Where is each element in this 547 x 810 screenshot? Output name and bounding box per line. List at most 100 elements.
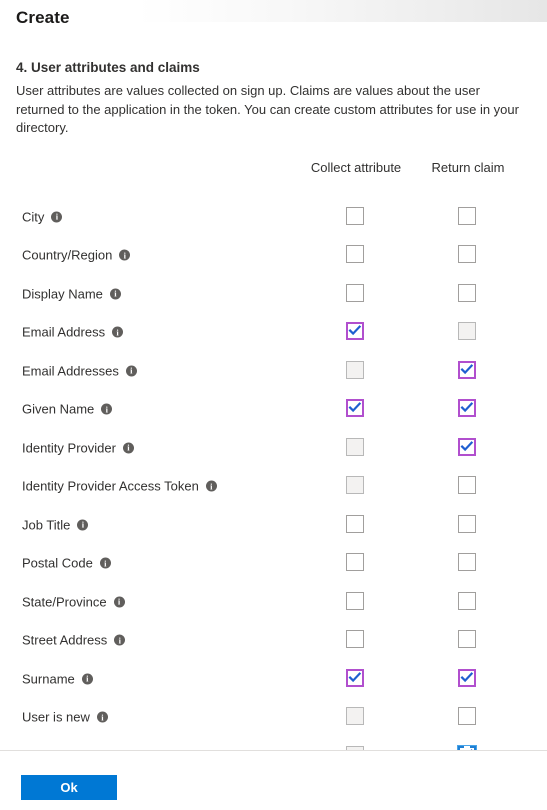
- info-icon[interactable]: i: [96, 711, 108, 723]
- checkbox-collect-country-region[interactable]: [346, 245, 364, 264]
- checkbox-collect-email-address[interactable]: [346, 322, 364, 341]
- attribute-row: Identity Provider i: [16, 429, 531, 468]
- checkbox-return-surname[interactable]: [458, 668, 476, 687]
- attribute-label-job-title: Job Title i: [22, 517, 89, 532]
- section-title: 4. User attributes and claims: [16, 60, 200, 75]
- checkbox-return-given-name[interactable]: [458, 399, 476, 418]
- checkbox-cell-collect-street-address: [346, 630, 366, 650]
- info-icon[interactable]: i: [81, 673, 93, 685]
- checkbox-return-postal-code[interactable]: [458, 553, 476, 572]
- checkmark-icon: [348, 324, 362, 337]
- checkbox-collect-user-is-new: [346, 707, 364, 726]
- checkbox-collect-job-title[interactable]: [346, 514, 364, 533]
- attribute-label-city: City i: [22, 209, 63, 225]
- checkbox-collect-city[interactable]: [346, 206, 364, 225]
- page-title: Create: [16, 8, 70, 27]
- attribute-row: Country/Region i: [16, 236, 531, 275]
- checkbox-cell-collect-given-name: [346, 399, 366, 419]
- attributes-list: City i Country/Region i Display Name i Email A…: [16, 198, 531, 776]
- checkbox-collect-given-name[interactable]: [346, 399, 364, 418]
- attribute-label-text: Given Name: [22, 401, 95, 417]
- info-icon[interactable]: i: [122, 442, 134, 454]
- ok-button[interactable]: Ok: [21, 775, 117, 800]
- checkbox-cell-return-surname: [458, 668, 478, 689]
- checkbox-cell-collect-city: [346, 206, 366, 227]
- checkmark-icon: [460, 671, 474, 684]
- checkbox-cell-return-user-is-new: [458, 707, 478, 727]
- info-icon[interactable]: i: [205, 480, 217, 492]
- info-icon[interactable]: i: [125, 365, 137, 377]
- attribute-row: State/Province i: [16, 583, 531, 622]
- info-icon[interactable]: i: [101, 403, 113, 415]
- column-headers: Collect attribute Return claim: [16, 160, 531, 182]
- checkbox-cell-return-postal-code: [458, 553, 478, 573]
- checkbox-return-job-title[interactable]: [458, 514, 476, 533]
- blade-footer: Ok: [0, 751, 547, 810]
- attribute-label-text: Street Address: [22, 632, 108, 648]
- checkmark-icon: [460, 401, 474, 414]
- checkbox-cell-collect-email-addresses: [346, 360, 366, 381]
- checkbox-cell-return-given-name: [458, 399, 478, 419]
- checkmark-icon: [460, 440, 474, 453]
- attribute-label-surname: Surname i: [22, 671, 93, 686]
- info-icon[interactable]: i: [99, 557, 111, 569]
- attribute-label-text: Identity Provider: [22, 440, 116, 456]
- checkbox-return-user-is-new[interactable]: [458, 707, 476, 726]
- checkbox-return-identity-provider-access-token[interactable]: [458, 476, 476, 495]
- section-description: User attributes are values collected on …: [16, 83, 519, 135]
- attribute-row: User is new i: [16, 698, 531, 737]
- checkbox-cell-collect-surname: [346, 668, 366, 689]
- checkbox-cell-return-email-addresses: [458, 360, 478, 381]
- checkbox-collect-surname[interactable]: [346, 668, 364, 687]
- attribute-label-text: Identity Provider Access Token: [22, 478, 199, 494]
- attribute-row: Surname i: [16, 660, 531, 699]
- attribute-label-user-is-new: User is new i: [22, 710, 108, 725]
- checkbox-cell-return-city: [458, 206, 478, 227]
- attribute-row: Street Address i: [16, 621, 531, 660]
- checkbox-return-city[interactable]: [458, 206, 476, 225]
- checkbox-cell-collect-display-name: [346, 283, 366, 304]
- attribute-label-state-province: State/Province i: [22, 594, 125, 609]
- checkbox-return-email-addresses[interactable]: [458, 360, 476, 379]
- checkbox-cell-collect-user-is-new: [346, 707, 366, 727]
- checkbox-collect-identity-provider-access-token: [346, 476, 364, 495]
- attribute-label-street-address: Street Address i: [22, 632, 126, 648]
- checkbox-collect-display-name[interactable]: [346, 283, 364, 302]
- info-icon[interactable]: i: [113, 596, 125, 608]
- attribute-label-country-region: Country/Region i: [22, 247, 131, 263]
- checkbox-return-display-name[interactable]: [458, 283, 476, 302]
- checkbox-return-identity-provider[interactable]: [458, 437, 476, 456]
- attribute-row: Given Name i: [16, 390, 531, 429]
- attribute-label-text: Email Address: [22, 324, 106, 340]
- attribute-label-text: Country/Region: [22, 247, 113, 263]
- attribute-row: Email Addresses i: [16, 352, 531, 391]
- checkbox-return-state-province[interactable]: [458, 591, 476, 610]
- attribute-label-email-address: Email Address i: [22, 324, 124, 340]
- checkbox-cell-collect-state-province: [346, 591, 366, 612]
- attribute-row: Email Address i: [16, 313, 531, 352]
- checkbox-collect-state-province[interactable]: [346, 591, 364, 610]
- attribute-label-text: Surname: [22, 671, 75, 687]
- attribute-label-text: Display Name: [22, 286, 103, 302]
- attribute-row: City i: [16, 198, 531, 237]
- checkbox-collect-postal-code[interactable]: [346, 553, 364, 572]
- attribute-row: Identity Provider Access Token i: [16, 467, 531, 506]
- checkbox-collect-street-address[interactable]: [346, 630, 364, 649]
- attribute-label-email-addresses: Email Addresses i: [22, 363, 137, 378]
- info-icon[interactable]: i: [77, 519, 89, 531]
- attribute-label-text: City: [22, 209, 45, 225]
- attribute-row: Postal Code i: [16, 544, 531, 583]
- info-icon[interactable]: i: [109, 288, 121, 300]
- info-icon[interactable]: i: [114, 634, 126, 646]
- checkbox-return-country-region[interactable]: [458, 245, 476, 264]
- info-icon[interactable]: i: [112, 326, 124, 338]
- attribute-label-given-name: Given Name i: [22, 401, 113, 417]
- attribute-label-text: User is new: [22, 709, 90, 725]
- attribute-label-text: Email Addresses: [22, 363, 119, 379]
- checkbox-cell-return-identity-provider-access-token: [458, 476, 478, 496]
- checkbox-return-street-address[interactable]: [458, 630, 476, 649]
- checkbox-cell-collect-country-region: [346, 245, 366, 265]
- info-icon[interactable]: i: [51, 211, 63, 223]
- checkbox-cell-collect-job-title: [346, 514, 366, 535]
- info-icon[interactable]: i: [119, 249, 131, 261]
